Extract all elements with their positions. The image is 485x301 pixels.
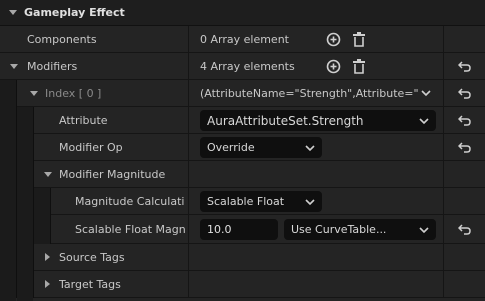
reset-to-default-button[interactable] — [444, 215, 485, 244]
add-element-icon[interactable] — [326, 59, 341, 74]
property-row-modifier-op: Modifier Op Override — [0, 134, 485, 161]
chevron-down-icon — [305, 199, 315, 206]
collapse-arrow-icon[interactable] — [9, 10, 17, 15]
property-label: Index [ 0 ] — [45, 86, 102, 100]
attribute-dropdown-value: AuraAttributeSet.Strength — [207, 113, 364, 128]
reset-to-default-button[interactable] — [444, 53, 485, 80]
property-row-modifier-magnitude: Modifier Magnitude — [0, 161, 485, 188]
collapse-arrow-icon[interactable] — [44, 172, 52, 177]
reset-to-default-button[interactable] — [444, 80, 485, 107]
property-row-components: Components 0 Array element — [0, 26, 485, 53]
magnitude-calculation-dropdown[interactable]: Scalable Float — [200, 191, 322, 212]
property-row-source-tags: Source Tags — [0, 244, 485, 271]
section-header-gameplay-effect[interactable]: Gameplay Effect — [0, 0, 485, 26]
modifier-op-value: Override — [207, 141, 255, 154]
reset-arrow-icon — [458, 142, 471, 153]
curve-table-dropdown[interactable]: Use CurveTable... — [284, 219, 436, 240]
chevron-down-icon[interactable] — [421, 90, 431, 97]
property-label: Modifier Op — [59, 140, 123, 154]
property-label: Target Tags — [59, 277, 121, 291]
attribute-dropdown[interactable]: AuraAttributeSet.Strength — [200, 110, 436, 131]
reset-to-default-button[interactable] — [444, 134, 485, 161]
chevron-down-icon — [419, 118, 429, 125]
property-value: 0 Array element — [200, 32, 289, 46]
modifier-op-dropdown[interactable]: Override — [200, 137, 322, 158]
property-label: Components — [27, 32, 97, 46]
property-row-modifiers: Modifiers 4 Array elements — [0, 53, 485, 80]
property-row-scalable-float-magnitude: Scalable Float Magni... 10.0 Use CurveTa… — [0, 215, 485, 244]
property-label: Attribute — [59, 113, 108, 127]
property-label: Magnitude Calculati... — [75, 194, 185, 208]
trash-icon[interactable] — [352, 32, 366, 47]
add-element-icon[interactable] — [326, 32, 341, 47]
collapse-arrow-icon[interactable] — [10, 64, 18, 69]
property-row-target-tags: Target Tags — [0, 271, 485, 298]
property-label: Scalable Float Magni... — [75, 222, 185, 236]
property-label: Modifiers — [27, 59, 78, 73]
collapse-arrow-icon[interactable] — [30, 91, 38, 96]
property-row-attribute: Attribute AuraAttributeSet.Strength — [0, 107, 485, 134]
expand-arrow-icon[interactable] — [45, 280, 50, 288]
reset-arrow-icon — [458, 61, 471, 72]
trash-icon[interactable] — [352, 59, 366, 74]
property-value: 4 Array elements — [200, 59, 295, 73]
chevron-down-icon — [305, 145, 315, 152]
reset-arrow-icon — [458, 115, 471, 126]
property-row-index-0: Index [ 0 ] (AttributeName="Strength",At… — [0, 80, 485, 107]
chevron-down-icon — [419, 227, 429, 234]
property-label: Source Tags — [59, 250, 125, 264]
property-label: Modifier Magnitude — [59, 167, 166, 181]
property-row-magnitude-calculation: Magnitude Calculati... Scalable Float — [0, 188, 485, 215]
section-title: Gameplay Effect — [24, 6, 125, 19]
scalable-float-value-input[interactable]: 10.0 — [200, 219, 278, 240]
reset-to-default-button[interactable] — [444, 107, 485, 134]
curve-table-value: Use CurveTable... — [291, 223, 387, 236]
expand-arrow-icon[interactable] — [45, 253, 50, 261]
struct-summary: (AttributeName="Strength",Attribute="/S — [200, 86, 418, 100]
reset-arrow-icon — [458, 224, 471, 235]
reset-arrow-icon — [458, 88, 471, 99]
magnitude-calculation-value: Scalable Float — [207, 195, 285, 208]
